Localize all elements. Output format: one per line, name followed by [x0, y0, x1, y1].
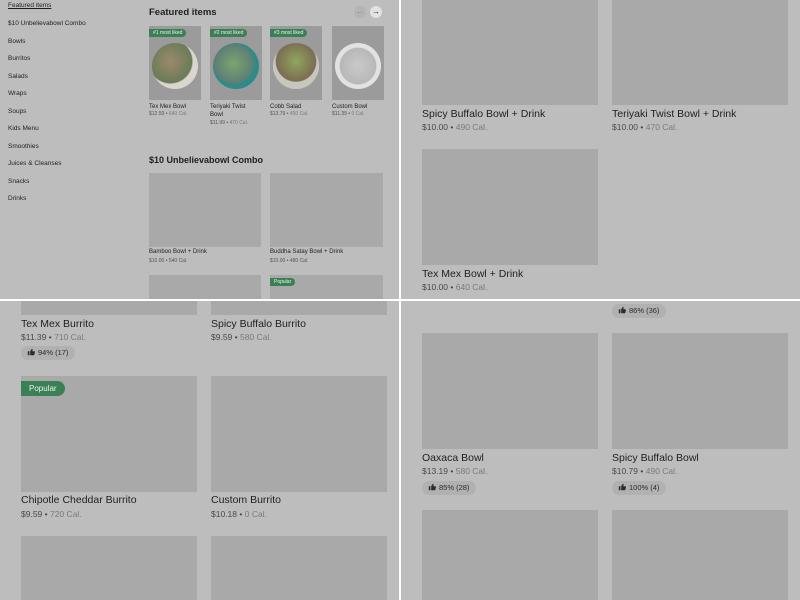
item-image-placeholder[interactable]	[211, 376, 387, 492]
item-image-placeholder[interactable]	[21, 536, 197, 600]
bowl-photo	[152, 43, 198, 89]
item-price-cal: $10.79 • 490 Cal.	[612, 466, 678, 476]
item-name[interactable]: Spicy Buffalo Bowl + Drink	[422, 108, 545, 120]
item-name[interactable]: Spicy Buffalo Bowl	[612, 452, 699, 464]
item-price-cal: $10.00 • 490 Cal.	[422, 122, 488, 132]
item-price-cal: $11.39 • 710 Cal.	[21, 332, 86, 342]
item-name[interactable]: Tex Mex Burrito	[21, 318, 94, 330]
carousel-next-button[interactable]: →	[370, 6, 382, 18]
item-image-placeholder[interactable]	[612, 333, 788, 449]
item-name[interactable]: Spicy Buffalo Burrito	[211, 318, 306, 330]
item-price-cal: $13.19 • 580 Cal.	[422, 466, 488, 476]
sidebar-item-featured[interactable]: Featured items	[8, 2, 51, 9]
item-name[interactable]: Bamboo Bowl + Drink	[149, 249, 207, 255]
sidebar-item-kids-menu[interactable]: Kids Menu	[8, 125, 39, 132]
item-image-placeholder[interactable]	[422, 510, 598, 600]
bowls-panel: 86% (36) Oaxaca Bowl $13.19 • 580 Cal. 8…	[401, 301, 800, 600]
item-price-cal: $13.79 • 450 Cal.	[270, 111, 309, 117]
sidebar-item-soups[interactable]: Soups	[8, 108, 26, 115]
item-price-cal: $10.00 • 540 Cal.	[149, 258, 188, 264]
item-price-cal: $10.00 • 470 Cal.	[612, 122, 678, 132]
thumbs-up-icon	[618, 483, 626, 491]
food-image	[332, 26, 384, 100]
item-price-cal: $10.00 • 480 Cal.	[270, 258, 309, 264]
rating-pill: 94% (17)	[21, 346, 76, 360]
item-price-cal: $11.99 • 470 Cal.	[210, 120, 249, 126]
item-name[interactable]: Oaxaca Bowl	[422, 452, 484, 464]
most-liked-badge: #3 most liked	[270, 29, 308, 37]
item-image-placeholder[interactable]	[612, 510, 788, 600]
sidebar-item-smoothies[interactable]: Smoothies	[8, 143, 39, 150]
item-image-placeholder[interactable]	[211, 536, 387, 600]
item-price-cal: $10.00 • 640 Cal.	[422, 282, 488, 292]
item-name[interactable]: Custom Burrito	[211, 494, 281, 506]
item-price-cal: $10.18 • 0 Cal.	[211, 509, 267, 519]
item-price-cal: $9.59 • 580 Cal.	[211, 332, 272, 342]
item-image-placeholder[interactable]	[270, 173, 383, 247]
item-image-placeholder[interactable]	[149, 275, 261, 299]
rating-pill: 85% (28)	[422, 481, 477, 495]
item-image-placeholder[interactable]	[422, 0, 598, 105]
item-name[interactable]: Teriyaki Twist Bowl + Drink	[612, 108, 736, 120]
sidebar-item-drinks[interactable]: Drinks	[8, 195, 26, 202]
thumbs-up-icon	[618, 306, 626, 314]
sidebar-item-juices[interactable]: Juices & Cleanses	[8, 160, 61, 167]
sidebar-item-burritos[interactable]: Burritos	[8, 55, 30, 62]
item-name[interactable]: Chipotle Cheddar Burrito	[21, 494, 137, 506]
menu-panel: Featured items $10 Unbelievabowl Combo B…	[0, 0, 399, 299]
popular-badge: Popular	[21, 381, 65, 396]
burritos-panel: Tex Mex Burrito $11.39 • 710 Cal. 94% (1…	[0, 301, 399, 600]
carousel-prev-button[interactable]: ←	[354, 6, 366, 18]
thumbs-up-icon	[27, 348, 35, 356]
combo-items-panel: Spicy Buffalo Bowl + Drink $10.00 • 490 …	[401, 0, 800, 299]
food-image: #3 most liked	[270, 26, 322, 100]
item-name[interactable]: Buddha Satay Bowl + Drink	[270, 249, 343, 255]
item-price-cal: $12.59 • 640 Cal.	[149, 111, 188, 117]
item-name: Teriyaki Twist Bowl	[210, 104, 246, 118]
bowl-photo	[335, 43, 381, 89]
sidebar-item-snacks[interactable]: Snacks	[8, 178, 29, 185]
most-liked-badge: #2 most liked	[210, 29, 248, 37]
sidebar-item-combo[interactable]: $10 Unbelievabowl Combo	[8, 20, 86, 27]
sidebar-item-bowls[interactable]: Bowls	[8, 38, 25, 45]
food-image: #2 most liked	[210, 26, 262, 100]
featured-items-heading: Featured items	[149, 7, 217, 18]
item-image-placeholder[interactable]	[422, 333, 598, 449]
rating-pill: 86% (36)	[612, 304, 667, 318]
most-liked-badge: #1 most liked	[149, 29, 187, 37]
bowl-photo	[273, 43, 319, 89]
item-image-placeholder[interactable]	[211, 301, 387, 315]
popular-badge: Popular	[270, 278, 296, 286]
item-name: Cobb Salad	[270, 104, 302, 110]
item-price-cal: $11.39 • 0 Cal.	[332, 111, 365, 117]
item-name: Tex Mex Bowl	[149, 104, 187, 110]
item-image-placeholder[interactable]	[422, 149, 598, 265]
rating-pill: 100% (4)	[612, 481, 667, 495]
item-name: Custom Bowl	[332, 104, 368, 110]
item-image-placeholder[interactable]	[612, 0, 788, 105]
item-image-placeholder[interactable]	[21, 301, 197, 315]
thumbs-up-icon	[428, 483, 436, 491]
sidebar-item-salads[interactable]: Salads	[8, 73, 28, 80]
food-image: #1 most liked	[149, 26, 201, 100]
item-name[interactable]: Tex Mex Bowl + Drink	[422, 268, 523, 280]
item-price-cal: $9.59 • 720 Cal.	[21, 509, 82, 519]
sidebar-item-wraps[interactable]: Wraps	[8, 90, 27, 97]
combo-section-heading: $10 Unbelievabowl Combo	[149, 155, 264, 165]
item-image-placeholder[interactable]	[149, 173, 261, 247]
bowl-photo	[213, 43, 259, 89]
